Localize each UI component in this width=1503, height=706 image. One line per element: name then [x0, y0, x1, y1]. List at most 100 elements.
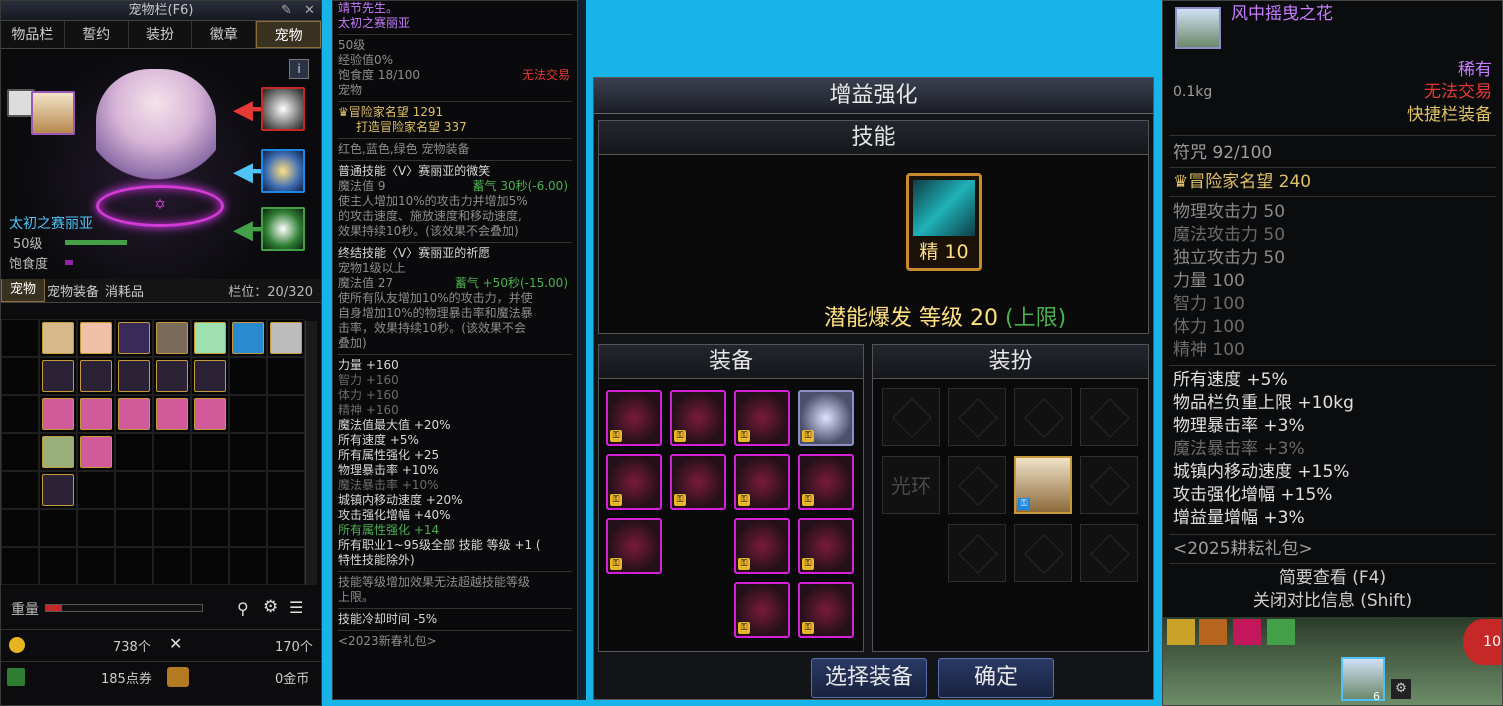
grid-cell[interactable] [77, 509, 115, 547]
grid-cell[interactable] [191, 433, 229, 471]
grid-cell[interactable] [153, 547, 191, 585]
info-button[interactable]: i [289, 59, 309, 79]
aura-slot[interactable]: 光环 [882, 456, 940, 514]
grid-cell[interactable] [191, 357, 229, 395]
equip-slot-shoes[interactable]: ⚿ [606, 518, 662, 574]
grid-cell[interactable] [115, 319, 153, 357]
grid-cell[interactable] [153, 471, 191, 509]
equip-slot-ring[interactable]: ⚿ [734, 518, 790, 574]
grid-cell[interactable] [153, 395, 191, 433]
grid-cell[interactable] [115, 509, 153, 547]
grid-cell[interactable] [229, 357, 267, 395]
grid-cell[interactable] [267, 509, 305, 547]
grid-cell[interactable] [229, 509, 267, 547]
grid-cell[interactable] [1, 357, 39, 395]
grid-cell[interactable] [115, 471, 153, 509]
grid-cell[interactable] [267, 395, 305, 433]
grid-cell[interactable] [153, 433, 191, 471]
grid-cell[interactable] [191, 395, 229, 433]
grid-cell[interactable] [39, 433, 77, 471]
grid-cell[interactable] [77, 547, 115, 585]
equip-slot-bracelet[interactable]: ⚿ [798, 454, 854, 510]
grid-cell[interactable] [267, 471, 305, 509]
close-icon[interactable]: ✕ [304, 1, 315, 21]
hotbar-skill-icon[interactable] [1167, 619, 1195, 645]
grid-cell[interactable] [77, 319, 115, 357]
equip-slot-top[interactable]: ⚿ [734, 390, 790, 446]
green-equip-slot[interactable] [261, 207, 305, 251]
grid-cell[interactable] [77, 433, 115, 471]
avatar-slot[interactable] [1014, 524, 1072, 582]
grid-cell[interactable] [1, 547, 39, 585]
grid-cell[interactable] [115, 433, 153, 471]
grid-cell[interactable] [191, 319, 229, 357]
list-icon[interactable]: ☰ [289, 598, 303, 617]
avatar-slot[interactable] [948, 388, 1006, 446]
grid-cell[interactable] [191, 471, 229, 509]
grid-cell[interactable] [39, 547, 77, 585]
grid-cell[interactable] [39, 395, 77, 433]
hotbar-skill-icon[interactable] [1233, 619, 1261, 645]
grid-cell[interactable] [153, 509, 191, 547]
skill-slot[interactable]: 精 10 [906, 173, 982, 271]
grid-cell[interactable] [115, 395, 153, 433]
hotbar-skill-icon[interactable] [1267, 619, 1295, 645]
grid-cell[interactable] [1, 319, 39, 357]
gear-icon[interactable]: ⚙ [263, 597, 278, 617]
avatar-slot[interactable] [882, 388, 940, 446]
grid-cell[interactable] [229, 319, 267, 357]
equip-slot-necklace[interactable]: ⚿ [734, 454, 790, 510]
equip-slot-belt[interactable]: ⚿ [670, 454, 726, 510]
pet-portrait-icon[interactable] [31, 91, 75, 135]
grid-cell[interactable] [1, 509, 39, 547]
grid-cell[interactable] [267, 357, 305, 395]
avatar-slot-equipped[interactable]: ⚿ [1014, 456, 1072, 514]
grid-cell[interactable] [191, 509, 229, 547]
select-equip-button[interactable]: 选择装备 [811, 658, 927, 698]
equip-slot-weapon[interactable]: ⚿ [606, 390, 662, 446]
avatar-slot[interactable] [1080, 388, 1138, 446]
tab-pet[interactable]: 宠物 [256, 21, 321, 48]
grid-cell[interactable] [229, 395, 267, 433]
grid-cell[interactable] [153, 357, 191, 395]
equip-slot-support[interactable]: ⚿ [798, 518, 854, 574]
avatar-slot[interactable] [948, 456, 1006, 514]
grid-cell[interactable] [39, 471, 77, 509]
tab-emblem[interactable]: 徽章 [192, 21, 257, 48]
grid-cell[interactable] [115, 547, 153, 585]
equip-slot-bottom[interactable]: ⚿ [606, 454, 662, 510]
avatar-slot[interactable] [1014, 388, 1072, 446]
equip-slot-shoulder[interactable]: ⚿ [670, 390, 726, 446]
equip-slot-magic-stone[interactable]: ⚿ [734, 582, 790, 638]
grid-cell[interactable] [1, 433, 39, 471]
grid-cell[interactable] [267, 319, 305, 357]
grid-scrollbar[interactable] [305, 321, 317, 585]
grid-cell[interactable] [39, 357, 77, 395]
grid-cell[interactable] [229, 433, 267, 471]
blue-equip-slot[interactable] [261, 149, 305, 193]
grid-cell[interactable] [39, 319, 77, 357]
avatar-slot[interactable] [948, 524, 1006, 582]
hotbar-skill-icon[interactable] [1199, 619, 1227, 645]
search-icon[interactable]: ⚲ [237, 599, 249, 618]
equip-slot-earring[interactable]: ⚿ [798, 582, 854, 638]
grid-cell[interactable] [77, 395, 115, 433]
pin-icon[interactable]: ✎ [281, 1, 292, 21]
confirm-button[interactable]: 确定 [938, 658, 1054, 698]
avatar-slot[interactable] [1080, 456, 1138, 514]
avatar-slot[interactable] [1080, 524, 1138, 582]
subtab-consumables[interactable]: 消耗品 [101, 281, 148, 300]
tab-avatar[interactable]: 装扮 [129, 21, 193, 48]
subtab-pet[interactable]: 宠物 [1, 278, 46, 302]
grid-cell[interactable] [267, 433, 305, 471]
grid-cell[interactable] [39, 509, 77, 547]
grid-cell[interactable] [191, 547, 229, 585]
equip-slot-title[interactable]: ⚿ [798, 390, 854, 446]
shop-icon[interactable] [167, 667, 189, 687]
grid-cell[interactable] [1, 395, 39, 433]
grid-cell[interactable] [77, 357, 115, 395]
subtab-pet-equip[interactable]: 宠物装备 [45, 281, 101, 300]
pet-window-titlebar[interactable]: 宠物栏(F6) ✎ ✕ [1, 1, 321, 21]
grid-cell[interactable] [77, 471, 115, 509]
grid-cell[interactable] [267, 547, 305, 585]
